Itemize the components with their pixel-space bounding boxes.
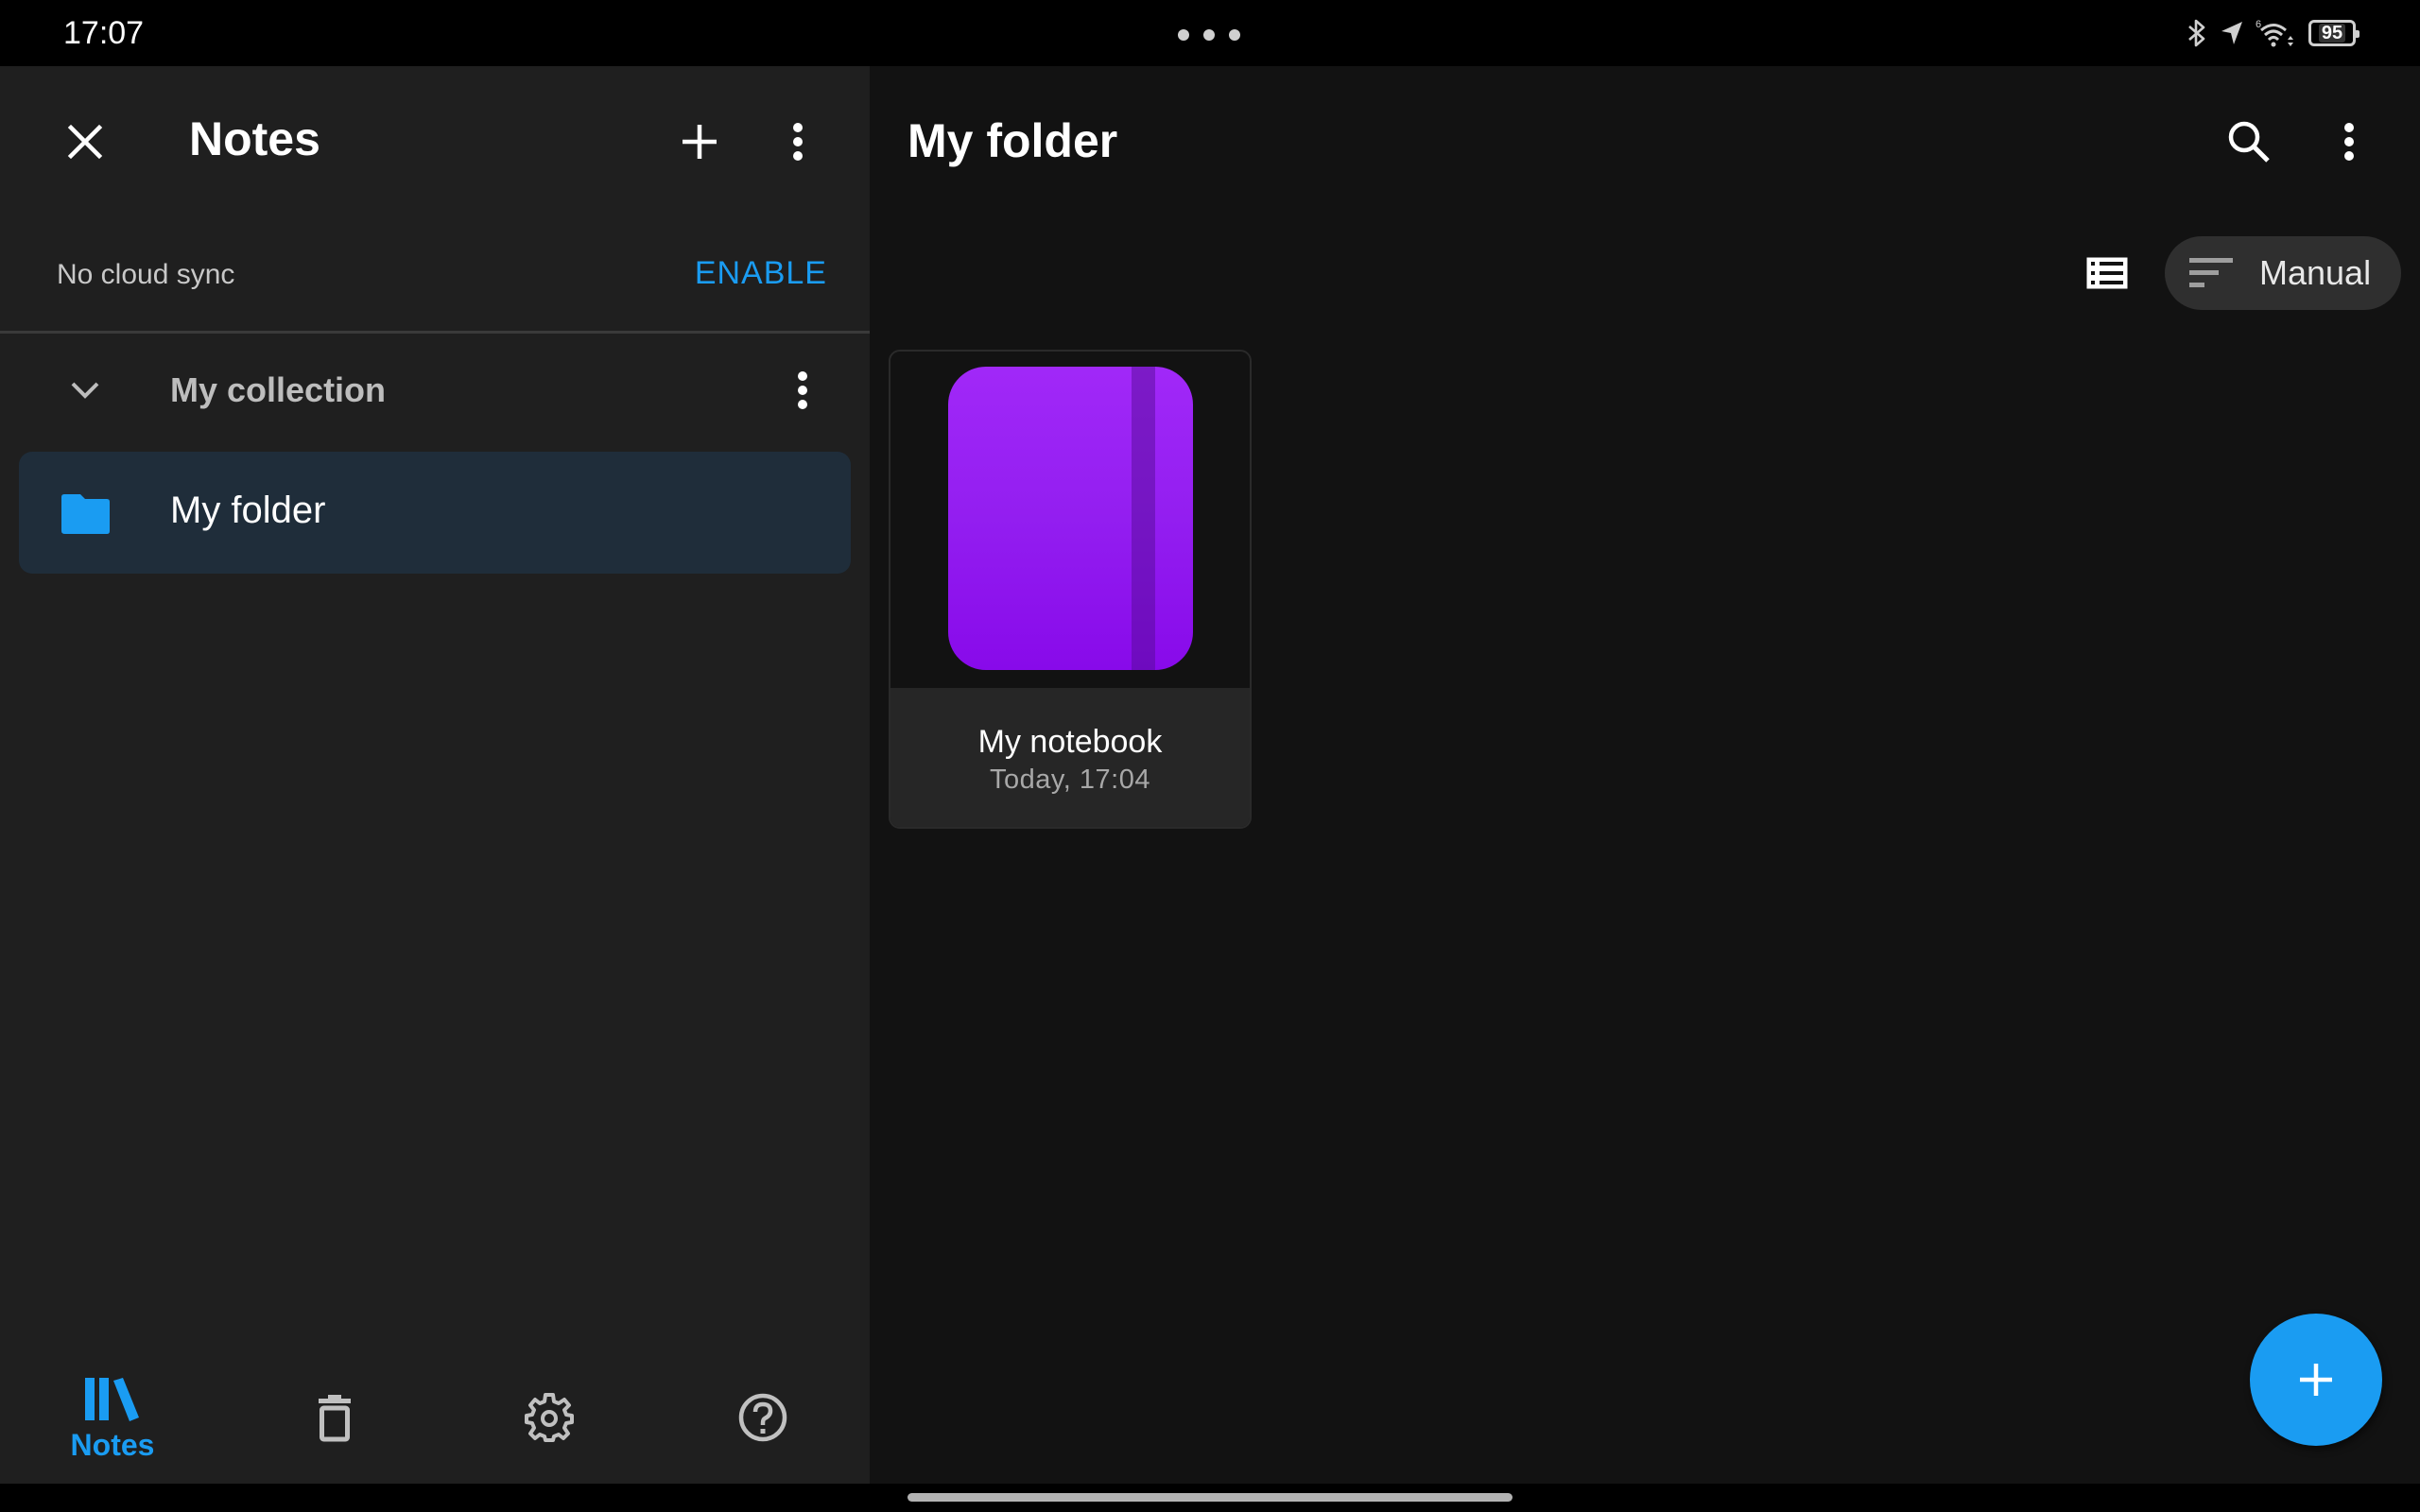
- sync-status: No cloud sync: [57, 259, 235, 290]
- multi-window-handle[interactable]: [1178, 29, 1240, 41]
- more-options-button[interactable]: [764, 108, 832, 176]
- more-options-button[interactable]: [2315, 108, 2383, 176]
- add-button[interactable]: [666, 108, 734, 176]
- location-icon: [2221, 22, 2242, 44]
- sort-button[interactable]: Manual: [2165, 236, 2401, 310]
- search-icon: [2228, 121, 2270, 163]
- bottom-navigation: Notes: [0, 1351, 870, 1484]
- right-panel: My folder Manual My notebook Today, 17:0…: [870, 66, 2420, 1484]
- notebook-band: [1132, 367, 1155, 670]
- notebook-card[interactable]: My notebook Today, 17:04: [889, 350, 1252, 829]
- trash-icon: [319, 1395, 351, 1442]
- more-vertical-icon: [798, 371, 807, 409]
- battery-level: 95: [2318, 24, 2346, 43]
- chevron-down-icon: [71, 382, 99, 399]
- list-view-icon: [2086, 257, 2128, 289]
- search-button[interactable]: [2215, 108, 2283, 176]
- collection-label[interactable]: My collection: [170, 370, 386, 410]
- close-button[interactable]: [51, 108, 119, 176]
- status-bar: 17:07 6 95: [0, 0, 2420, 66]
- gesture-navigation-area: [0, 1484, 2420, 1512]
- plus-icon: [683, 125, 717, 159]
- dot-icon: [1229, 29, 1240, 41]
- enable-sync-button[interactable]: ENABLE: [695, 255, 827, 292]
- collection-more-button[interactable]: [769, 356, 837, 424]
- close-icon: [67, 124, 103, 160]
- nav-settings[interactable]: [474, 1351, 625, 1484]
- collapse-collection-button[interactable]: [51, 356, 119, 424]
- wifi-6-icon: 6: [2256, 19, 2293, 47]
- nav-trash[interactable]: [259, 1351, 410, 1484]
- dot-icon: [1203, 29, 1215, 41]
- nav-notes[interactable]: Notes: [37, 1351, 188, 1484]
- nav-notes-label: Notes: [70, 1428, 155, 1462]
- more-vertical-icon: [2344, 123, 2354, 161]
- folder-item[interactable]: My folder: [19, 452, 851, 574]
- notebook-info: My notebook Today, 17:04: [890, 688, 1250, 827]
- more-vertical-icon: [793, 123, 803, 161]
- status-time: 17:07: [63, 15, 145, 51]
- home-gesture-bar[interactable]: [908, 1493, 1512, 1502]
- divider: [0, 331, 870, 334]
- folder-label: My folder: [170, 490, 326, 531]
- folder-icon: [61, 494, 110, 534]
- bluetooth-icon: [2188, 19, 2205, 47]
- status-icons: 6 95: [2186, 17, 2360, 49]
- dot-icon: [1178, 29, 1189, 41]
- view-toggle-button[interactable]: [2073, 239, 2141, 307]
- help-icon: [738, 1393, 787, 1442]
- notebook-cover: [948, 367, 1193, 670]
- library-icon: [85, 1378, 139, 1421]
- panel-title: Notes: [189, 112, 320, 165]
- add-notebook-fab[interactable]: [2250, 1314, 2382, 1446]
- folder-title: My folder: [908, 114, 1118, 167]
- settings-icon: [525, 1393, 574, 1442]
- notebook-date: Today, 17:04: [990, 765, 1150, 795]
- plus-icon: [2300, 1364, 2332, 1396]
- left-panel: Notes No cloud sync ENABLE My collection…: [0, 66, 870, 1484]
- sort-label: Manual: [2259, 253, 2372, 292]
- battery-icon: 95: [2308, 20, 2360, 46]
- sort-icon: [2189, 258, 2233, 287]
- notebook-title: My notebook: [977, 724, 1163, 760]
- nav-help[interactable]: [687, 1351, 838, 1484]
- svg-text:6: 6: [2256, 19, 2261, 30]
